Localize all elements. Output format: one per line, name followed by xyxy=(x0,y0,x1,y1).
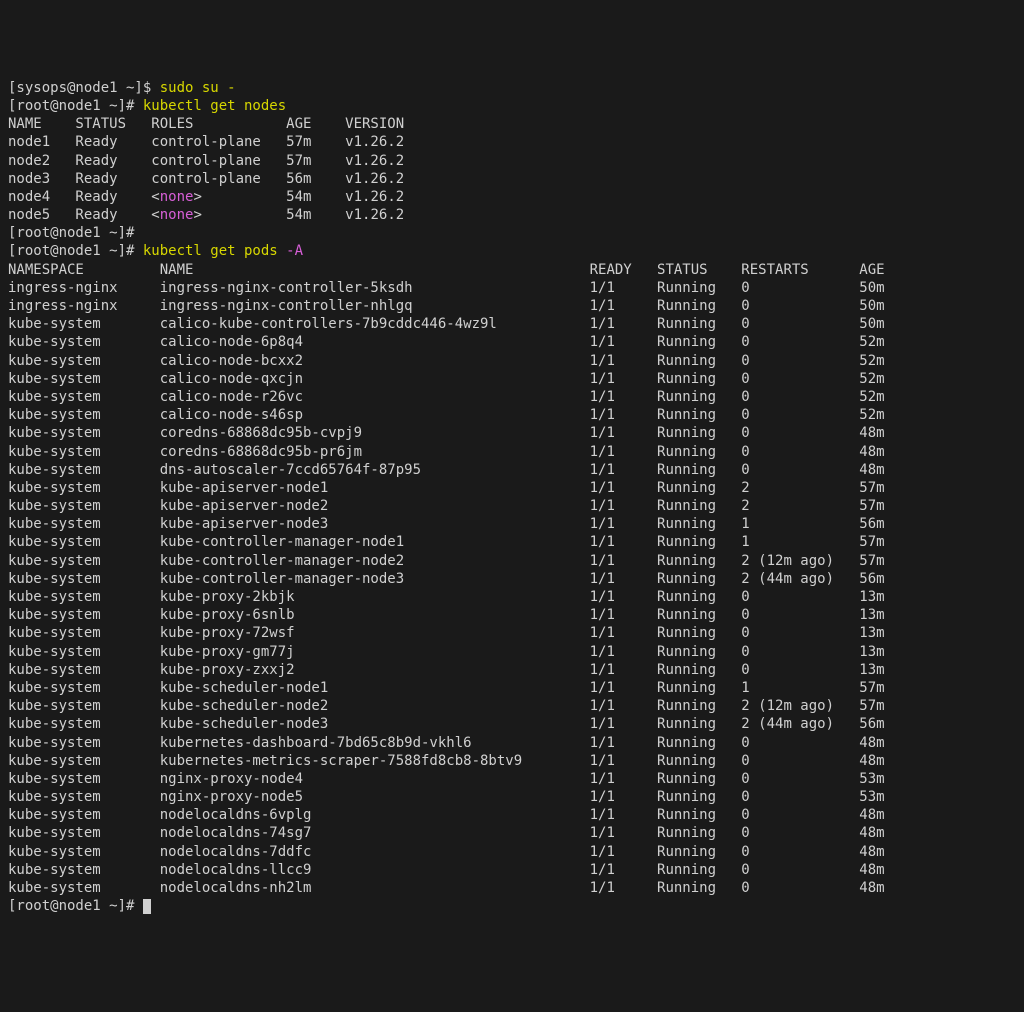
pod-row: kube-system calico-node-6p8q4 1/1 Runnin… xyxy=(8,334,885,350)
pod-row: kube-system kube-scheduler-node3 1/1 Run… xyxy=(8,716,885,732)
command-text: kubectl get nodes xyxy=(143,98,286,114)
pod-row: kube-system coredns-68868dc95b-pr6jm 1/1… xyxy=(8,444,885,460)
pod-row: kube-system calico-node-s46sp 1/1 Runnin… xyxy=(8,407,885,423)
terminal-line: kube-system kube-proxy-6snlb 1/1 Running… xyxy=(8,606,1016,624)
terminal-line: kube-system kube-controller-manager-node… xyxy=(8,552,1016,570)
pod-row: kube-system kube-controller-manager-node… xyxy=(8,571,885,587)
pod-row: kube-system kube-apiserver-node1 1/1 Run… xyxy=(8,480,885,496)
terminal-line: node4 Ready <none> 54m v1.26.2 xyxy=(8,188,1016,206)
terminal-line: kube-system nginx-proxy-node5 1/1 Runnin… xyxy=(8,788,1016,806)
prompt-root: [root@node1 ~]# xyxy=(8,225,143,241)
terminal-line: kube-system kube-scheduler-node1 1/1 Run… xyxy=(8,679,1016,697)
pod-row: kube-system kube-proxy-gm77j 1/1 Running… xyxy=(8,644,885,660)
terminal-line: kube-system calico-node-r26vc 1/1 Runnin… xyxy=(8,388,1016,406)
pod-row: kube-system kube-scheduler-node1 1/1 Run… xyxy=(8,680,885,696)
terminal-line: kube-system nodelocaldns-74sg7 1/1 Runni… xyxy=(8,824,1016,842)
terminal-line: kube-system kube-proxy-zxxj2 1/1 Running… xyxy=(8,661,1016,679)
terminal-line: kube-system kube-scheduler-node3 1/1 Run… xyxy=(8,715,1016,733)
pod-row: kube-system kube-apiserver-node2 1/1 Run… xyxy=(8,498,885,514)
terminal-line: kube-system kube-apiserver-node3 1/1 Run… xyxy=(8,515,1016,533)
terminal-line: NAME STATUS ROLES AGE VERSION xyxy=(8,115,1016,133)
node-row: node2 Ready control-plane 57m v1.26.2 xyxy=(8,153,404,169)
pod-row: kube-system nodelocaldns-6vplg 1/1 Runni… xyxy=(8,807,885,823)
terminal-line: kube-system kubernetes-dashboard-7bd65c8… xyxy=(8,734,1016,752)
command-flag: -A xyxy=(286,243,303,259)
terminal-line: ingress-nginx ingress-nginx-controller-n… xyxy=(8,297,1016,315)
command-text: sudo su - xyxy=(160,80,236,96)
prompt-root: [root@node1 ~]# xyxy=(8,898,143,914)
prompt-user: [sysops@node1 ~]$ xyxy=(8,80,160,96)
terminal-line: kube-system calico-node-s46sp 1/1 Runnin… xyxy=(8,406,1016,424)
terminal-line: [root@node1 ~]# xyxy=(8,224,1016,242)
pod-row: kube-system calico-node-bcxx2 1/1 Runnin… xyxy=(8,353,885,369)
terminal-line: kube-system nodelocaldns-nh2lm 1/1 Runni… xyxy=(8,879,1016,897)
pod-row: kube-system nginx-proxy-node5 1/1 Runnin… xyxy=(8,789,885,805)
terminal-line: kube-system kube-proxy-gm77j 1/1 Running… xyxy=(8,643,1016,661)
pod-row: kube-system kube-proxy-6snlb 1/1 Running… xyxy=(8,607,885,623)
pod-row: kube-system kube-proxy-zxxj2 1/1 Running… xyxy=(8,662,885,678)
terminal-line: NAMESPACE NAME READY STATUS RESTARTS AGE xyxy=(8,261,1016,279)
pod-row: kube-system kubernetes-dashboard-7bd65c8… xyxy=(8,735,885,751)
pod-row: kube-system coredns-68868dc95b-cvpj9 1/1… xyxy=(8,425,885,441)
role-none: none xyxy=(160,189,194,205)
terminal-line: kube-system kube-controller-manager-node… xyxy=(8,570,1016,588)
nodes-header: NAME STATUS ROLES AGE VERSION xyxy=(8,116,404,132)
terminal-line: kube-system calico-node-6p8q4 1/1 Runnin… xyxy=(8,333,1016,351)
terminal-line: kube-system kube-scheduler-node2 1/1 Run… xyxy=(8,697,1016,715)
terminal-line: kube-system calico-kube-controllers-7b9c… xyxy=(8,315,1016,333)
terminal-line: kube-system kube-apiserver-node2 1/1 Run… xyxy=(8,497,1016,515)
terminal-line: [root@node1 ~]# kubectl get pods -A xyxy=(8,242,1016,260)
terminal-line: kube-system kubernetes-metrics-scraper-7… xyxy=(8,752,1016,770)
terminal-line: kube-system kube-controller-manager-node… xyxy=(8,533,1016,551)
terminal-line: kube-system nodelocaldns-6vplg 1/1 Runni… xyxy=(8,806,1016,824)
pod-row: kube-system kubernetes-metrics-scraper-7… xyxy=(8,753,885,769)
pod-row: kube-system kube-proxy-72wsf 1/1 Running… xyxy=(8,625,885,641)
terminal-line: [root@node1 ~]# kubectl get nodes xyxy=(8,97,1016,115)
node-row: node3 Ready control-plane 56m v1.26.2 xyxy=(8,171,404,187)
cursor-icon[interactable] xyxy=(143,899,151,914)
pod-row: kube-system kube-controller-manager-node… xyxy=(8,553,885,569)
terminal-line: kube-system nodelocaldns-llcc9 1/1 Runni… xyxy=(8,861,1016,879)
terminal-line: node5 Ready <none> 54m v1.26.2 xyxy=(8,206,1016,224)
prompt-root: [root@node1 ~]# xyxy=(8,98,143,114)
terminal-line: kube-system calico-node-qxcjn 1/1 Runnin… xyxy=(8,370,1016,388)
terminal-line: kube-system nodelocaldns-7ddfc 1/1 Runni… xyxy=(8,843,1016,861)
pod-row: kube-system calico-node-qxcjn 1/1 Runnin… xyxy=(8,371,885,387)
pod-row: kube-system kube-controller-manager-node… xyxy=(8,534,885,550)
terminal-line: kube-system kube-proxy-2kbjk 1/1 Running… xyxy=(8,588,1016,606)
pod-row: kube-system nodelocaldns-llcc9 1/1 Runni… xyxy=(8,862,885,878)
pod-row: kube-system nodelocaldns-nh2lm 1/1 Runni… xyxy=(8,880,885,896)
pod-row: kube-system dns-autoscaler-7ccd65764f-87… xyxy=(8,462,885,478)
node-row: node1 Ready control-plane 57m v1.26.2 xyxy=(8,134,404,150)
terminal-line: kube-system dns-autoscaler-7ccd65764f-87… xyxy=(8,461,1016,479)
terminal-line: kube-system kube-proxy-72wsf 1/1 Running… xyxy=(8,624,1016,642)
pod-row: kube-system kube-scheduler-node2 1/1 Run… xyxy=(8,698,885,714)
pod-row: kube-system nodelocaldns-7ddfc 1/1 Runni… xyxy=(8,844,885,860)
pod-row: kube-system kube-apiserver-node3 1/1 Run… xyxy=(8,516,885,532)
pods-header: NAMESPACE NAME READY STATUS RESTARTS AGE xyxy=(8,262,885,278)
terminal-line: node1 Ready control-plane 57m v1.26.2 xyxy=(8,133,1016,151)
terminal-line: [sysops@node1 ~]$ sudo su - xyxy=(8,79,1016,97)
terminal-line: [root@node1 ~]# xyxy=(8,897,1016,915)
terminal-line: kube-system kube-apiserver-node1 1/1 Run… xyxy=(8,479,1016,497)
terminal-line: kube-system nginx-proxy-node4 1/1 Runnin… xyxy=(8,770,1016,788)
prompt-root: [root@node1 ~]# xyxy=(8,243,143,259)
terminal-output[interactable]: [sysops@node1 ~]$ sudo su -[root@node1 ~… xyxy=(8,79,1016,916)
command-text: kubectl get pods xyxy=(143,243,286,259)
pod-row: kube-system calico-node-r26vc 1/1 Runnin… xyxy=(8,389,885,405)
terminal-line: kube-system coredns-68868dc95b-cvpj9 1/1… xyxy=(8,424,1016,442)
pod-row: kube-system nginx-proxy-node4 1/1 Runnin… xyxy=(8,771,885,787)
pod-row: ingress-nginx ingress-nginx-controller-5… xyxy=(8,280,885,296)
terminal-line: kube-system calico-node-bcxx2 1/1 Runnin… xyxy=(8,352,1016,370)
terminal-line: node3 Ready control-plane 56m v1.26.2 xyxy=(8,170,1016,188)
pod-row: kube-system kube-proxy-2kbjk 1/1 Running… xyxy=(8,589,885,605)
pod-row: ingress-nginx ingress-nginx-controller-n… xyxy=(8,298,885,314)
pod-row: kube-system calico-kube-controllers-7b9c… xyxy=(8,316,885,332)
role-none: none xyxy=(160,207,194,223)
terminal-line: node2 Ready control-plane 57m v1.26.2 xyxy=(8,152,1016,170)
terminal-line: ingress-nginx ingress-nginx-controller-5… xyxy=(8,279,1016,297)
terminal-line: kube-system coredns-68868dc95b-pr6jm 1/1… xyxy=(8,443,1016,461)
pod-row: kube-system nodelocaldns-74sg7 1/1 Runni… xyxy=(8,825,885,841)
